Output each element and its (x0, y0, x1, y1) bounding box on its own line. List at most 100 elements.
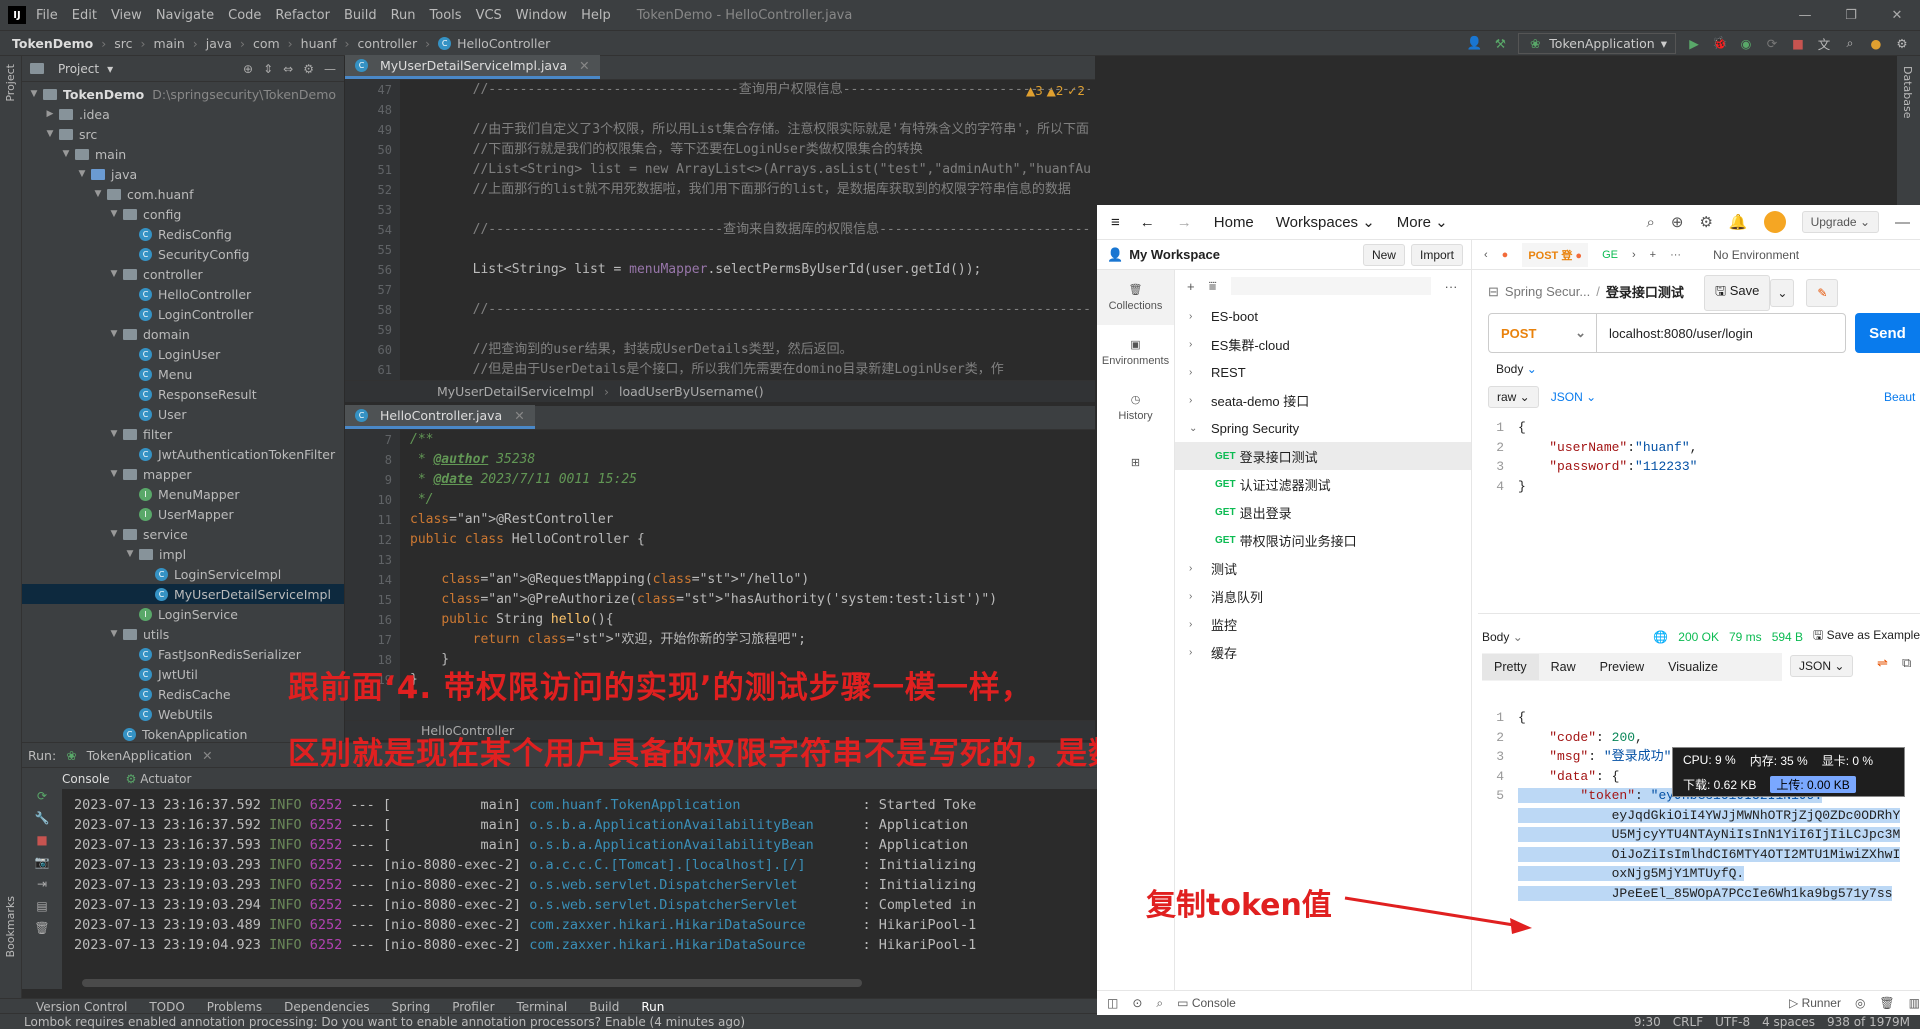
memory-indicator[interactable]: 938 of 1979M (1827, 1015, 1910, 1029)
code-line[interactable] (410, 240, 1090, 260)
tree-arrow-icon[interactable]: ▼ (92, 189, 104, 199)
tree-arrow-icon[interactable]: ▼ (124, 549, 136, 559)
crumb-controller[interactable]: controller (358, 36, 418, 51)
project-tool-tab[interactable]: Project (4, 64, 17, 102)
invite-icon[interactable]: ⊕ (1671, 213, 1684, 231)
tree-arrow-icon[interactable]: ▼ (108, 209, 120, 219)
console-button[interactable]: ▭ Console (1177, 996, 1236, 1010)
tree-row[interactable]: ▼ utils (22, 624, 344, 644)
save-example-button[interactable]: 🖫 Save as Example (1813, 626, 1920, 647)
run-config-selector[interactable]: ❀ TokenApplication ▾ (1518, 32, 1676, 54)
tabs-more-icon[interactable]: ··· (1670, 249, 1681, 261)
crumb-collection[interactable]: Spring Secur... (1505, 284, 1590, 299)
tree-arrow-icon[interactable]: ▼ (108, 629, 120, 639)
tree-row[interactable]: C LoginServiceImpl (22, 564, 344, 584)
menu-refactor[interactable]: Refactor (275, 8, 330, 23)
database-tool-tab[interactable]: Database (1901, 66, 1914, 119)
chevron-right-icon[interactable]: › (1189, 367, 1203, 378)
chevron-right-icon[interactable]: › (1189, 647, 1203, 658)
collection-item[interactable]: › 测试 (1175, 554, 1471, 582)
menu-build[interactable]: Build (344, 8, 377, 23)
caret-position[interactable]: 9:30 (1634, 1015, 1661, 1029)
save-button[interactable]: 🖫 Save (1704, 275, 1771, 311)
user-icon[interactable]: 👤 (1466, 35, 1483, 51)
tab-get-request[interactable]: GE (1602, 249, 1618, 261)
tree-row[interactable]: I MenuMapper (22, 484, 344, 504)
code-line[interactable]: //List<String> list = new ArrayList<>(Ar… (410, 160, 1090, 180)
code-line[interactable] (410, 200, 1090, 220)
new-tab-icon[interactable]: + (1650, 249, 1656, 261)
collection-search-input[interactable] (1230, 277, 1431, 295)
run-config-tab[interactable]: TokenApplication (87, 748, 192, 763)
indent-setting[interactable]: 4 spaces (1762, 1015, 1815, 1029)
tree-row[interactable]: C SecurityConfig (22, 244, 344, 264)
code-line[interactable]: //------------------------------查询来自数据库的… (410, 220, 1090, 240)
nav-home[interactable]: Home (1214, 214, 1254, 231)
tool-version-control[interactable]: Version Control (36, 1000, 127, 1014)
tree-row[interactable]: C User (22, 404, 344, 424)
collection-item[interactable]: GET 登录接口测试 (1175, 442, 1471, 470)
tree-row[interactable]: ▼ java (22, 164, 344, 184)
tree-row[interactable]: C ResponseResult (22, 384, 344, 404)
menu-file[interactable]: File (36, 8, 58, 23)
collection-item[interactable]: › ES集群-cloud (1175, 330, 1471, 358)
bell-icon[interactable]: 🔔 (1729, 213, 1748, 231)
nav-workspaces[interactable]: Workspaces ⌄ (1276, 213, 1375, 231)
chevron-right-icon[interactable]: › (1189, 339, 1203, 350)
code-line[interactable]: */ (410, 490, 1090, 510)
camera-icon[interactable]: 📷 (22, 855, 62, 877)
tree-row[interactable]: C Menu (22, 364, 344, 384)
tree-row[interactable]: ▼ impl (22, 544, 344, 564)
tree-row[interactable]: C LoginController (22, 304, 344, 324)
tree-root[interactable]: ▼ TokenDemo D:\springsecurity\TokenDemo (22, 84, 344, 104)
tree-row[interactable]: C LoginUser (22, 344, 344, 364)
tab-visualize[interactable]: Visualize (1656, 654, 1730, 680)
tree-arrow-icon[interactable]: ▼ (108, 469, 120, 479)
chevron-down-icon[interactable]: ⌄ (1189, 423, 1203, 434)
tree-arrow-icon[interactable]: ▼ (108, 269, 120, 279)
tree-arrow-icon[interactable]: ▼ (108, 329, 120, 339)
filter-icon[interactable]: ⩸ (1209, 278, 1217, 294)
tool-run[interactable]: Run (641, 1000, 664, 1014)
menu-code[interactable]: Code (228, 8, 261, 23)
sidebar-item-history[interactable]: ◷ History (1097, 380, 1174, 435)
chevron-right-icon[interactable]: › (1189, 591, 1203, 602)
code-line[interactable] (410, 280, 1090, 300)
sidebar-item-collections[interactable]: 🗑 Collections (1097, 270, 1174, 325)
environment-selector[interactable]: No Environment (1713, 248, 1799, 262)
tab-raw[interactable]: Raw (1539, 654, 1588, 680)
tree-arrow-icon[interactable]: ▼ (44, 129, 56, 139)
tree-arrow-icon[interactable]: ▼ (76, 169, 88, 179)
tree-row[interactable]: C JwtAuthenticationTokenFilter (22, 444, 344, 464)
menu-vcs[interactable]: VCS (476, 8, 502, 23)
code-line[interactable]: //--------------------------------------… (410, 300, 1090, 320)
collection-item[interactable]: GET 带权限访问业务接口 (1175, 526, 1471, 554)
code-line[interactable] (410, 100, 1090, 120)
tab-hellocontroller[interactable]: C HelloController.java ✕ (345, 405, 535, 429)
tree-arrow-icon[interactable]: ▶ (44, 109, 56, 119)
menu-window[interactable]: Window (516, 8, 567, 23)
tool-build[interactable]: Build (589, 1000, 619, 1014)
status-message[interactable]: Lombok requires enabled annotation proce… (24, 1015, 745, 1029)
collection-item[interactable]: › 消息队列 (1175, 582, 1471, 610)
close-icon[interactable]: ✕ (202, 748, 212, 763)
tree-row[interactable]: ▶ .idea (22, 104, 344, 124)
collection-item[interactable]: › 监控 (1175, 610, 1471, 638)
crumb-project[interactable]: TokenDemo (12, 36, 93, 51)
chevron-down-icon[interactable]: ▾ (107, 62, 113, 76)
beautify-link[interactable]: Beaut (1884, 390, 1915, 404)
login-icon[interactable]: ⇥ (22, 877, 62, 899)
method-select[interactable]: POST ⌄ (1489, 314, 1597, 352)
crumb-com[interactable]: com (253, 36, 280, 51)
crumb-java[interactable]: java (206, 36, 232, 51)
json-select[interactable]: JSON ⌄ (1551, 390, 1596, 404)
chevron-right-icon[interactable]: › (1189, 619, 1203, 630)
sidebar-item-apps[interactable]: ⊞ (1097, 435, 1174, 490)
debug-icon[interactable]: 🐞 (1712, 35, 1728, 51)
tree-row[interactable]: ▼ config (22, 204, 344, 224)
tree-row[interactable]: ▼ mapper (22, 464, 344, 484)
tabs-forward-icon[interactable]: › (1632, 249, 1636, 261)
code-line[interactable]: class="an">@RequestMapping(class="st">"/… (410, 570, 1090, 590)
tab-login-request[interactable]: POST 登 ● (1522, 242, 1589, 267)
collection-item[interactable]: › 缓存 (1175, 638, 1471, 666)
